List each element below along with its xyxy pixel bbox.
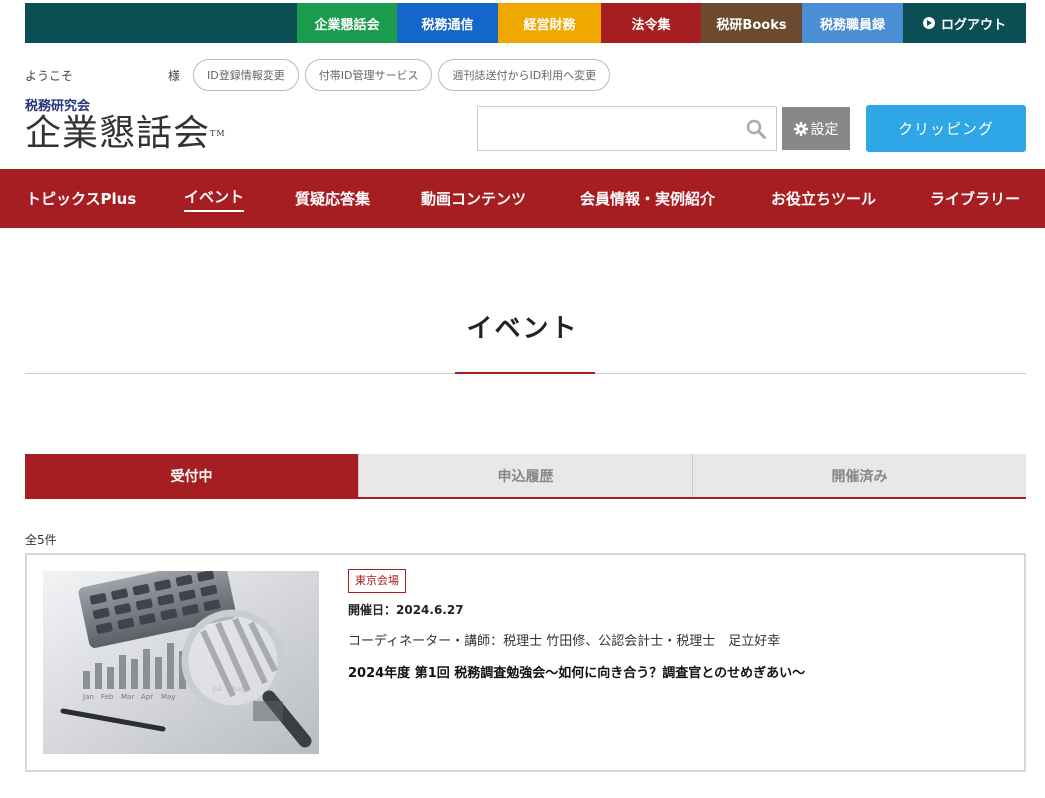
welcome-row: ようこそ 様 ID登録情報変更 付帯ID管理サービス 週刊誌送付からID利用へ変…: [25, 58, 616, 92]
welcome-greeting: ようこそ: [25, 68, 74, 83]
event-coordinator: コーディネーター・講師：税理士 竹田修、公認会計士・税理士 足立好幸: [348, 634, 781, 649]
title-divider-accent: [455, 372, 595, 374]
nav-event[interactable]: イベント: [184, 169, 245, 228]
service-link-houreishu[interactable]: 法令集: [601, 3, 701, 43]
service-link-zeimu-tsushin[interactable]: 税務通信: [397, 3, 498, 43]
id-info-change-link[interactable]: ID登録情報変更: [193, 59, 299, 91]
event-tabs: 受付中 申込履歴 開催済み: [25, 454, 1026, 499]
logo-trademark: TM: [210, 129, 226, 138]
nav-tools[interactable]: お役立ちツール: [771, 169, 876, 228]
play-circle-icon: [922, 17, 935, 29]
result-count: 全5件: [25, 533, 57, 547]
page-title: イベント: [466, 314, 579, 344]
service-link-keiei-zaimu[interactable]: 経営財務: [498, 3, 601, 43]
service-link-zeimu-shokuinroku[interactable]: 税務職員録: [802, 3, 903, 43]
clipping-button[interactable]: クリッピング: [866, 105, 1026, 152]
logo-title: 企業懇話会TM: [25, 114, 226, 154]
switch-to-id-link[interactable]: 週刊誌送付からID利用へ変更: [438, 59, 611, 91]
nav-video[interactable]: 動画コンテンツ: [421, 169, 526, 228]
sub-id-management-link[interactable]: 付帯ID管理サービス: [304, 59, 433, 91]
event-card[interactable]: JanFebMarAprMayJulAug 東京会場 開催日：2024.6.27…: [25, 553, 1026, 772]
event-info: 東京会場 開催日：2024.6.27 コーディネーター・講師：税理士 竹田修、公…: [348, 569, 1008, 681]
svg-text:Jan: Jan: [82, 693, 94, 701]
tab-past[interactable]: 開催済み: [692, 454, 1026, 497]
logo-title-text: 企業懇話会: [25, 113, 211, 154]
settings-label: 設定: [810, 121, 839, 138]
search-input[interactable]: [478, 107, 733, 150]
event-date: 開催日：2024.6.27: [348, 603, 464, 617]
search-icon[interactable]: [746, 119, 766, 139]
search-box: [477, 106, 777, 151]
svg-text:Apr: Apr: [141, 693, 153, 701]
calculator-and-magnifying-glass-photo: JanFebMarAprMayJulAug: [43, 571, 319, 754]
logo-publisher: 税務研究会: [25, 99, 91, 114]
service-link-kigyo-konwakai[interactable]: 企業懇話会: [297, 3, 397, 43]
venue-badge: 東京会場: [348, 569, 406, 593]
nav-qa[interactable]: 質疑応答集: [295, 169, 370, 228]
svg-text:May: May: [161, 693, 175, 701]
event-title[interactable]: 2024年度 第1回 税務調査勉強会～如何に向き合う？調査官とのせめぎあい～: [348, 662, 1008, 681]
nav-member-info[interactable]: 会員情報・実例紹介: [580, 169, 715, 228]
main-nav: トピックスPlus イベント 質疑応答集 動画コンテンツ 会員情報・実例紹介 お…: [0, 169, 1045, 228]
service-link-zeiken-books[interactable]: 税研Books: [701, 3, 802, 43]
nav-topics-plus[interactable]: トピックスPlus: [26, 169, 136, 228]
tab-history[interactable]: 申込履歴: [358, 454, 692, 497]
service-bar: 企業懇話会 税務通信 経営財務 法令集 税研Books 税務職員録 ログアウト: [25, 3, 1026, 43]
svg-text:Mar: Mar: [121, 693, 134, 701]
welcome-suffix: 様: [168, 68, 181, 83]
nav-library[interactable]: ライブラリー: [930, 169, 1020, 228]
event-thumbnail[interactable]: JanFebMarAprMayJulAug: [43, 571, 319, 754]
logout-button[interactable]: ログアウト: [903, 3, 1026, 43]
settings-button[interactable]: 設定: [782, 107, 850, 150]
site-logo[interactable]: 税務研究会 企業懇話会TM: [25, 100, 226, 154]
logout-label: ログアウト: [940, 17, 1006, 33]
tab-open[interactable]: 受付中: [25, 454, 358, 497]
svg-text:Feb: Feb: [101, 693, 114, 701]
gear-icon: [793, 121, 808, 136]
